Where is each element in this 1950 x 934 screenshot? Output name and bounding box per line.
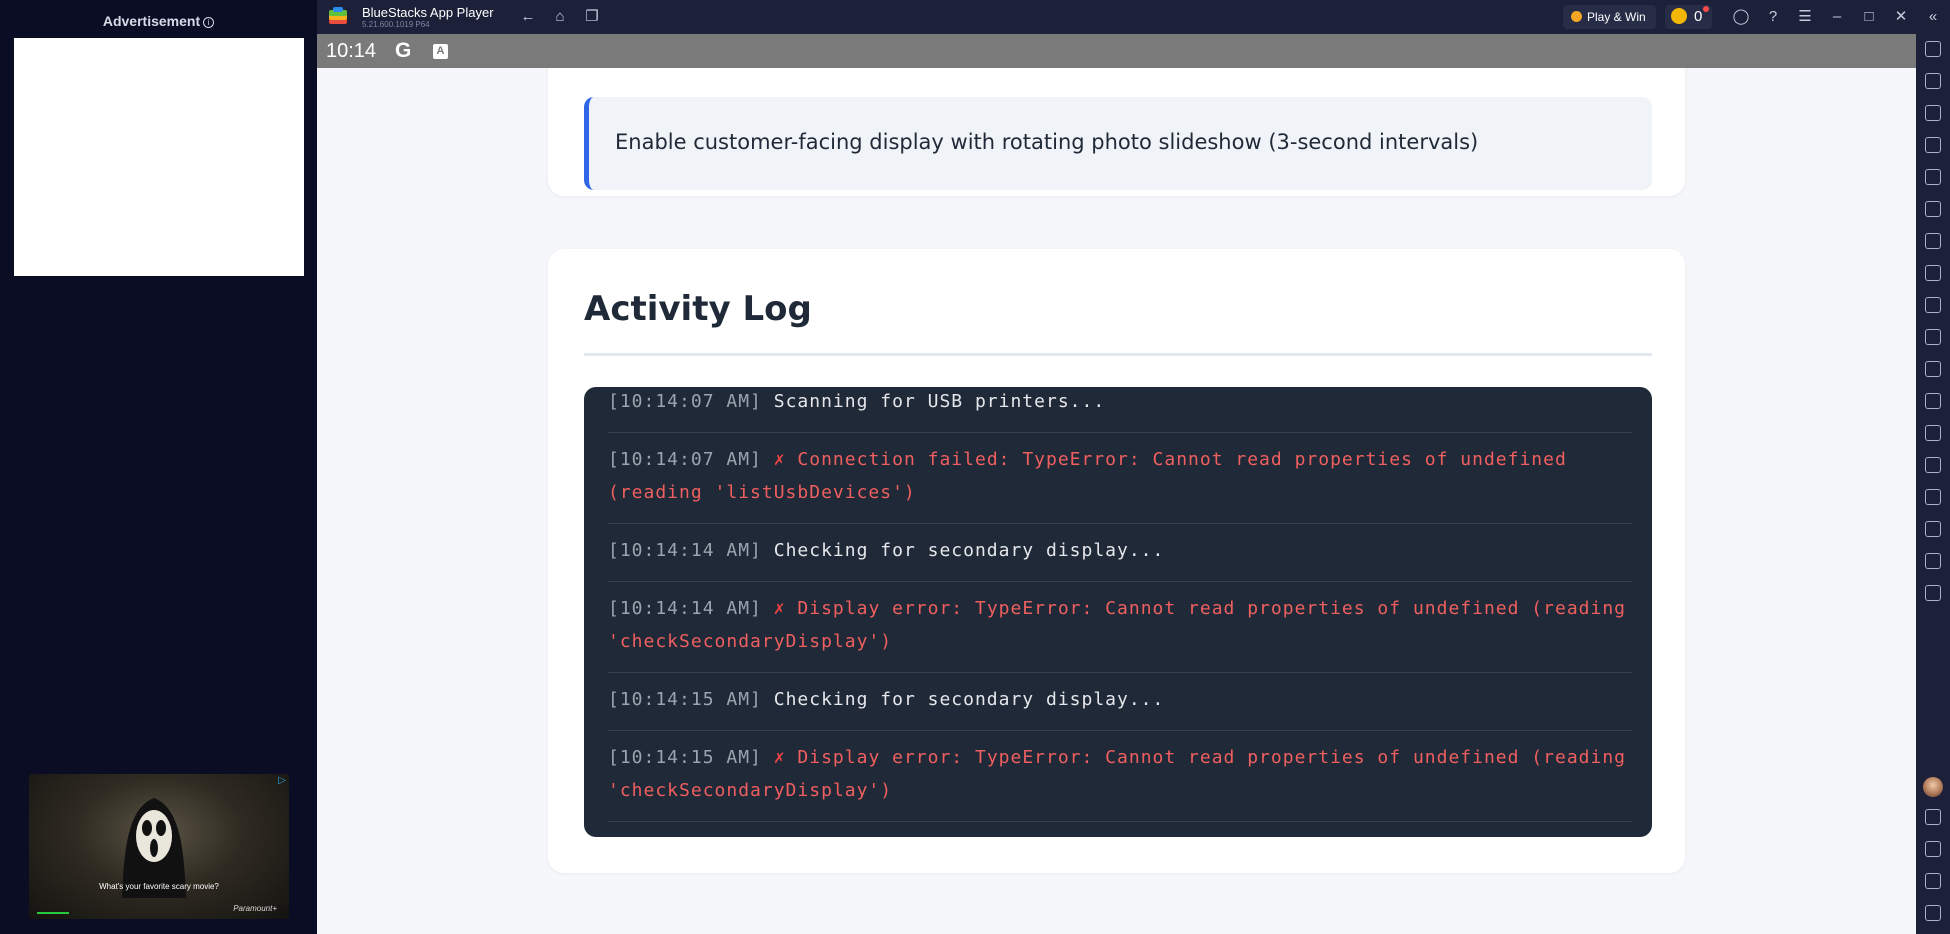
advertisement-label: Advertisement i bbox=[0, 13, 317, 29]
android-recents-icon[interactable] bbox=[1925, 905, 1941, 921]
status-clock: 10:14 bbox=[326, 40, 377, 62]
error-x-icon: ✗ bbox=[773, 747, 786, 768]
error-x-icon: ✗ bbox=[773, 449, 786, 470]
minimize-icon[interactable]: – bbox=[1827, 7, 1847, 27]
google-icon: G bbox=[395, 39, 412, 62]
screen-record-icon[interactable] bbox=[1925, 329, 1941, 345]
log-entry: [10:14:14 AM] Checking for secondary dis… bbox=[608, 524, 1632, 582]
info-icon[interactable]: i bbox=[203, 17, 215, 28]
help-icon[interactable]: ? bbox=[1763, 7, 1783, 27]
error-x-icon: ✗ bbox=[773, 598, 786, 619]
apk-install-icon[interactable] bbox=[1925, 265, 1941, 281]
log-entry: [10:14:15 AM] ✗ Display error: TypeError… bbox=[608, 731, 1632, 822]
info-callout: Enable customer-facing display with rota… bbox=[584, 97, 1652, 190]
divider bbox=[584, 353, 1652, 356]
log-timestamp: [10:14:14 AM] bbox=[608, 540, 762, 561]
ad-panel: Advertisement i What's your favorite scar… bbox=[0, 0, 317, 934]
log-message: Checking for secondary display... bbox=[773, 689, 1165, 710]
location-icon[interactable] bbox=[1925, 521, 1941, 537]
media-manager-icon[interactable] bbox=[1925, 393, 1941, 409]
ad-banner[interactable] bbox=[14, 38, 304, 276]
android-status-bar: 10:14 G A bbox=[317, 34, 1916, 68]
app-version: 5.21.600.1019 P64 bbox=[362, 20, 430, 29]
resize-icon[interactable] bbox=[1925, 457, 1941, 473]
rotate-icon[interactable] bbox=[1925, 489, 1941, 505]
keyboard-a-icon: A bbox=[433, 44, 448, 59]
log-entry: [10:14:07 AM] ✗ Connection failed: TypeE… bbox=[608, 433, 1632, 524]
volume-icon[interactable] bbox=[1925, 73, 1941, 89]
media-icon[interactable] bbox=[1925, 105, 1941, 121]
right-toolbar bbox=[1916, 34, 1950, 934]
log-timestamp: [10:14:07 AM] bbox=[608, 391, 762, 412]
notification-dot bbox=[1703, 6, 1710, 12]
title-bar: BlueStacks App Player 5.21.600.1019 P64 … bbox=[317, 0, 1950, 34]
settings-card: Enable customer-facing display with rota… bbox=[548, 68, 1685, 196]
close-icon[interactable]: ✕ bbox=[1891, 7, 1911, 27]
video-ad-brand: Paramount+ bbox=[233, 904, 277, 913]
log-entry: [10:14:15 AM] Checking for secondary dis… bbox=[608, 673, 1632, 731]
video-ad-caption: What's your favorite scary movie? bbox=[99, 882, 219, 891]
play-win-icon bbox=[1571, 11, 1582, 22]
coin-icon bbox=[1671, 8, 1687, 24]
android-home-icon[interactable] bbox=[1925, 873, 1941, 889]
log-entry: [10:14:14 AM] ✗ Display error: TypeError… bbox=[608, 582, 1632, 673]
app-name: BlueStacks App Player bbox=[362, 5, 494, 20]
avatar[interactable] bbox=[1923, 777, 1943, 797]
menu-icon[interactable]: ☰ bbox=[1795, 7, 1815, 27]
airplane-mode-icon[interactable] bbox=[1925, 425, 1941, 441]
back-arrow-icon[interactable]: ← bbox=[518, 7, 538, 27]
game-controls-icon[interactable] bbox=[1925, 233, 1941, 249]
recent-apps-icon[interactable]: ❐ bbox=[582, 7, 602, 27]
home-icon[interactable]: ⌂ bbox=[550, 7, 570, 27]
layers-icon[interactable] bbox=[1925, 553, 1941, 569]
settings-gear-icon[interactable] bbox=[1925, 809, 1941, 825]
android-back-icon[interactable] bbox=[1925, 841, 1941, 857]
collapse-sidebar-icon[interactable]: « bbox=[1923, 7, 1943, 27]
macro-play-icon[interactable] bbox=[1925, 169, 1941, 185]
video-progress-bar bbox=[37, 912, 69, 914]
keyboard-controls-icon[interactable] bbox=[1925, 137, 1941, 153]
multi-instance-icon[interactable] bbox=[1925, 361, 1941, 377]
adchoices-icon[interactable]: ▷ bbox=[278, 775, 286, 786]
maximize-icon[interactable]: □ bbox=[1859, 7, 1879, 27]
coin-balance[interactable]: 0 bbox=[1665, 5, 1713, 29]
app-content[interactable]: Enable customer-facing display with rota… bbox=[317, 68, 1916, 934]
account-icon[interactable]: ◯ bbox=[1731, 7, 1751, 27]
eco-mode-icon[interactable] bbox=[1925, 585, 1941, 601]
log-message: Scanning for USB printers... bbox=[773, 391, 1106, 412]
screenshot-icon[interactable] bbox=[1925, 297, 1941, 313]
log-timestamp: [10:14:15 AM] bbox=[608, 747, 762, 768]
bluestacks-logo-icon bbox=[329, 7, 347, 24]
sync-icon[interactable] bbox=[1925, 201, 1941, 217]
log-console[interactable]: [10:14:07 AM] Scanning for USB printers.… bbox=[584, 387, 1652, 837]
fullscreen-icon[interactable] bbox=[1925, 41, 1941, 57]
activity-log-title: Activity Log bbox=[584, 289, 812, 329]
log-entry: [10:14:07 AM] Scanning for USB printers.… bbox=[608, 387, 1632, 433]
activity-log-card: Activity Log [10:14:07 AM] Scanning for … bbox=[548, 249, 1685, 873]
log-timestamp: [10:14:15 AM] bbox=[608, 689, 762, 710]
log-message: Checking for secondary display... bbox=[773, 540, 1165, 561]
log-timestamp: [10:14:14 AM] bbox=[608, 598, 762, 619]
log-entries-list: [10:14:07 AM] Scanning for USB printers.… bbox=[608, 387, 1632, 822]
info-callout-text: Enable customer-facing display with rota… bbox=[615, 130, 1479, 154]
log-timestamp: [10:14:07 AM] bbox=[608, 449, 762, 470]
video-ad[interactable]: What's your favorite scary movie? Paramo… bbox=[29, 774, 289, 919]
play-win-button[interactable]: Play & Win bbox=[1563, 5, 1656, 29]
